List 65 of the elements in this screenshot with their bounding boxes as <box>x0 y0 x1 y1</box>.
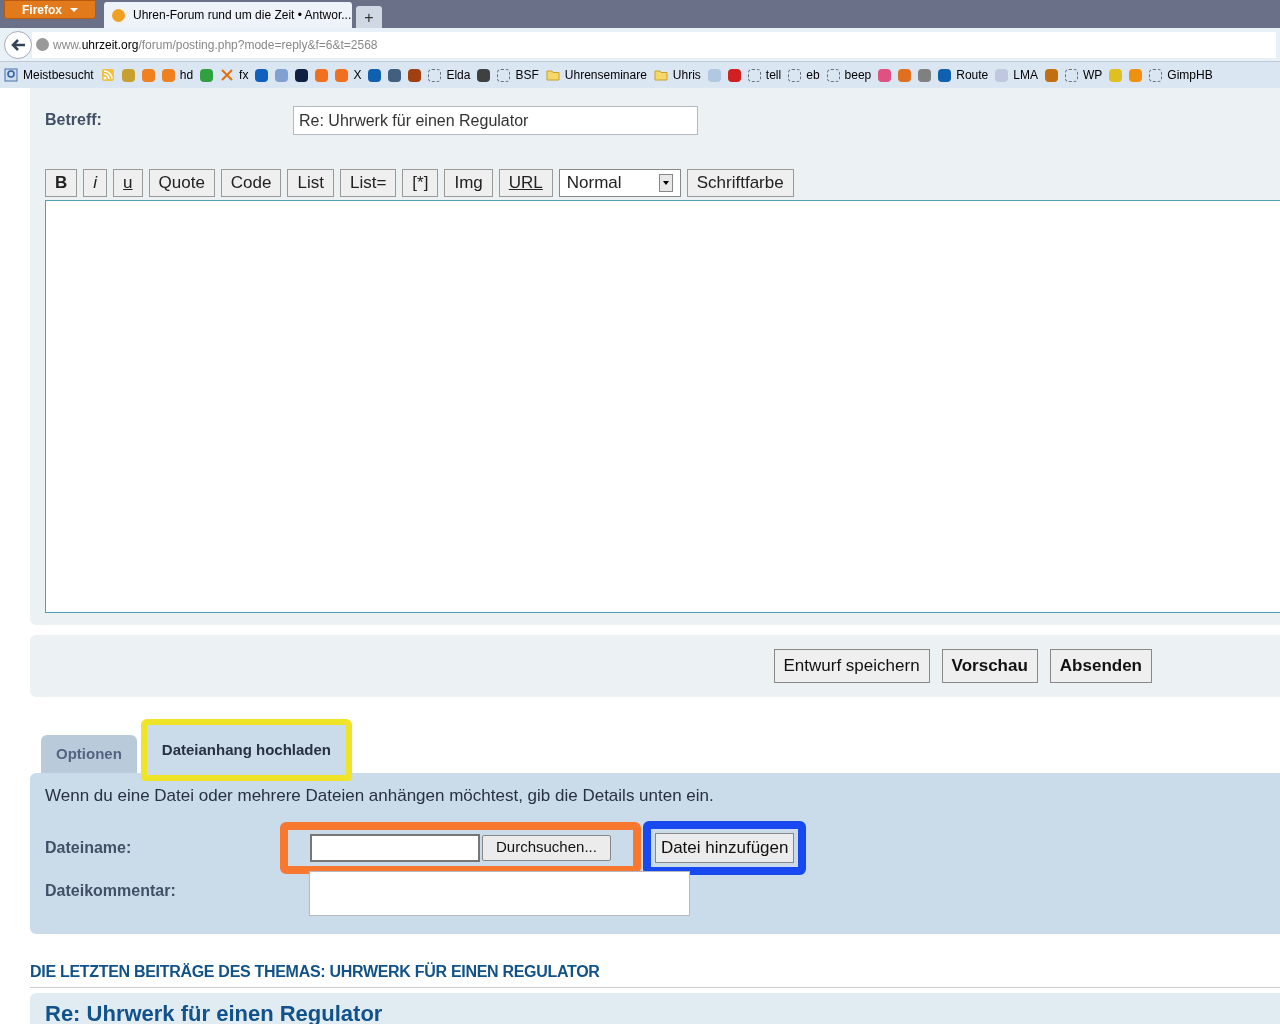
format-button[interactable]: List= <box>339 169 397 197</box>
format-button[interactable]: Img <box>444 169 493 197</box>
cross-icon <box>220 68 235 82</box>
options-tab[interactable]: Dateianhang hochladen <box>140 719 353 781</box>
form-button[interactable]: Vorschau <box>941 649 1038 683</box>
file-field[interactable] <box>310 833 480 862</box>
url-field[interactable]: www.uhrzeit.org/forum/posting.php?mode=reply&f=6&t=2568 <box>32 31 1276 58</box>
bookmark-item[interactable]: BSF <box>497 66 539 84</box>
bookmark-item[interactable]: Uhrenseminare <box>545 66 647 84</box>
options-tab[interactable]: Optionen <box>41 735 137 773</box>
attachment-intro: Wenn du eine Datei oder mehrere Dateien anhängen möchtest, gib die Details unten ein. <box>45 785 715 807</box>
search-icon <box>4 68 18 82</box>
site-icon <box>112 8 125 22</box>
bookmark-item[interactable]: LMA <box>995 66 1038 84</box>
blank-page-icon <box>1149 68 1163 82</box>
url-text: www.uhrzeit.org/forum/posting.php?mode=reply&f=6&t=2568 <box>53 36 378 54</box>
bookmark-item[interactable]: Uhris <box>653 66 701 84</box>
format-button[interactable]: List <box>287 169 334 197</box>
bookmark-item[interactable]: hd <box>161 66 194 84</box>
format-button[interactable]: URL <box>498 169 553 197</box>
blank-page-icon <box>747 68 761 82</box>
format-button[interactable]: Schriftfarbe <box>686 169 794 197</box>
form-button[interactable]: Entwurf speichern <box>773 649 930 683</box>
bookmark-item[interactable]: Meistbesucht <box>4 66 94 84</box>
format-button[interactable]: Code <box>220 169 282 197</box>
browse-button[interactable]: Durchsuchen... <box>482 834 611 861</box>
blank-page-icon <box>428 68 442 82</box>
section-heading: DIE LETZTEN BEITRÄGE DES THEMAS: UHRWERK FÜR EINEN REGULATOR <box>30 962 600 980</box>
globe-icon <box>36 38 49 51</box>
blank-page-icon <box>788 68 802 82</box>
bookmark-item[interactable]: GimpHB <box>1149 66 1213 84</box>
add-file-button[interactable]: Datei hinzufügen <box>654 832 795 863</box>
bookmark-item[interactable]: fx <box>220 66 249 84</box>
format-button[interactable]: B <box>45 169 78 197</box>
subject-label: Betreff: <box>45 110 103 130</box>
bookmark-item[interactable]: Elda <box>428 66 471 84</box>
comment-label: Dateikommentar: <box>45 880 177 901</box>
tab-title: Uhren-Forum rund um die Zeit • Antwor... <box>133 7 352 24</box>
bookmark-item[interactable]: X <box>335 66 362 84</box>
folder-icon <box>653 68 668 82</box>
subject-field[interactable]: Re: Uhrwerk für einen Regulator <box>293 106 698 135</box>
blank-page-icon <box>497 68 511 82</box>
browser-tab[interactable]: Uhren-Forum rund um die Zeit • Antwor... <box>104 2 352 28</box>
format-button[interactable]: i <box>83 169 108 197</box>
bookmark-item[interactable]: WP <box>1065 66 1103 84</box>
back-arrow-icon <box>10 37 26 52</box>
form-button[interactable]: Absenden <box>1049 649 1152 683</box>
blank-page-icon <box>826 68 840 82</box>
font-size-select[interactable]: Normal <box>558 169 681 197</box>
bookmark-item[interactable]: tell <box>747 66 782 84</box>
format-button[interactable]: Quote <box>148 169 215 197</box>
feed-icon <box>100 68 115 82</box>
dropdown-icon <box>658 174 673 192</box>
blank-page-icon <box>1065 68 1078 82</box>
dropdown-icon <box>70 7 78 12</box>
bookmark-item[interactable]: Route <box>938 66 989 84</box>
format-button[interactable]: u <box>113 169 143 197</box>
folder-icon <box>545 68 560 82</box>
bookmark-item[interactable]: beep <box>826 66 872 84</box>
new-tab-button[interactable]: + <box>356 6 382 28</box>
filename-label: Dateiname: <box>45 837 133 858</box>
back-button[interactable] <box>4 30 32 59</box>
format-button[interactable]: [*] <box>402 169 439 197</box>
comment-field[interactable] <box>309 870 690 916</box>
bookmark-item[interactable]: eb <box>788 66 820 84</box>
